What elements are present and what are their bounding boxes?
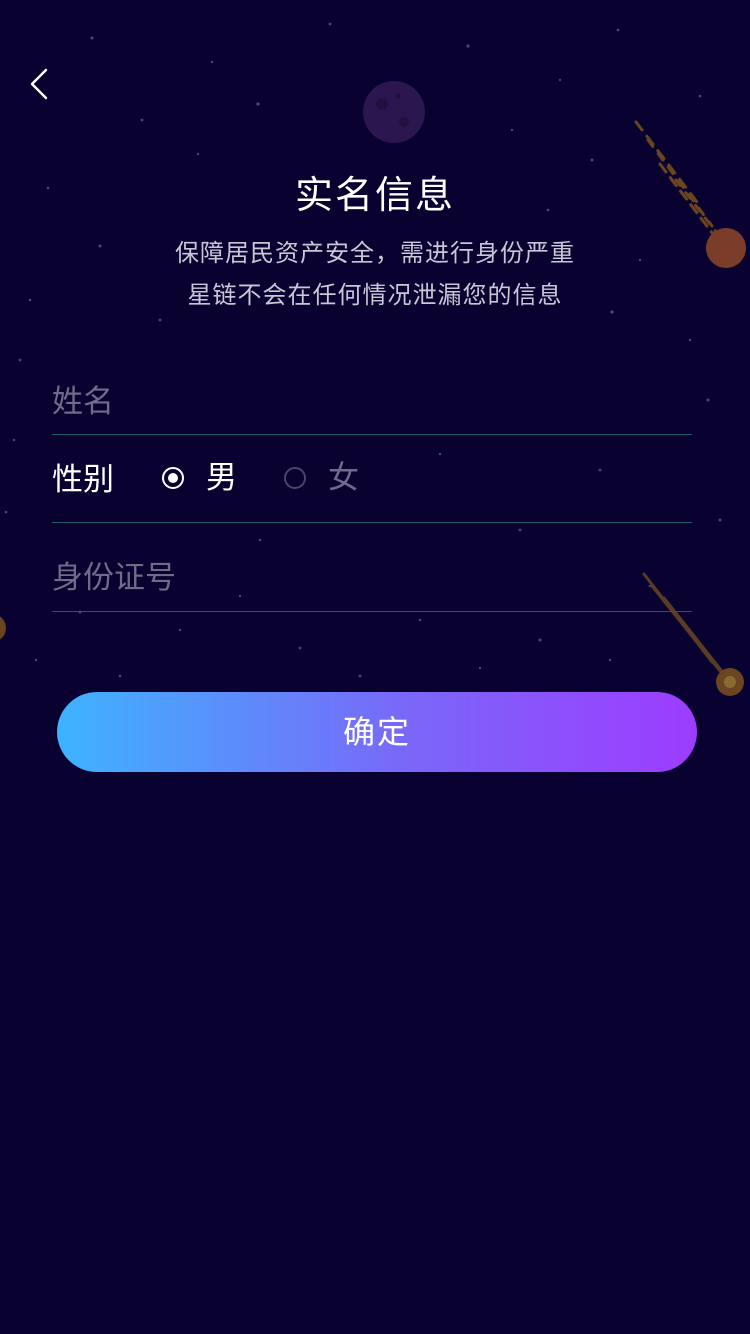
radio-unselected-icon xyxy=(284,467,306,489)
confirm-button[interactable]: 确定 xyxy=(57,692,697,772)
subtitle-line: 保障居民资产安全，需进行身份严重 xyxy=(175,239,575,267)
gender-option-female[interactable]: 女 xyxy=(284,456,364,504)
planet-icon xyxy=(0,616,6,640)
radio-selected-icon xyxy=(162,467,184,489)
gender-row: 性别 男 女 xyxy=(52,436,692,523)
back-button[interactable] xyxy=(16,58,66,110)
subtitle-line: 星链不会在任何情况泄漏您的信息 xyxy=(187,281,563,309)
chevron-left-icon xyxy=(30,68,48,100)
gender-option-label: 女 xyxy=(328,460,359,496)
gender-option-male[interactable]: 男 xyxy=(162,456,242,504)
gender-option-label: 男 xyxy=(206,460,237,496)
page-title: 实名信息 xyxy=(294,173,455,217)
gender-label: 性别 xyxy=(52,462,114,498)
name-field-container xyxy=(52,374,692,435)
name-input[interactable] xyxy=(52,374,692,430)
id-number-field-container xyxy=(52,550,692,612)
real-name-verification-screen: 实名信息 保障居民资产安全，需进行身份严重 星链不会在任何情况泄漏您的信息 性别… xyxy=(0,0,750,1334)
planet-icon xyxy=(363,81,425,143)
id-number-input[interactable] xyxy=(52,550,692,606)
